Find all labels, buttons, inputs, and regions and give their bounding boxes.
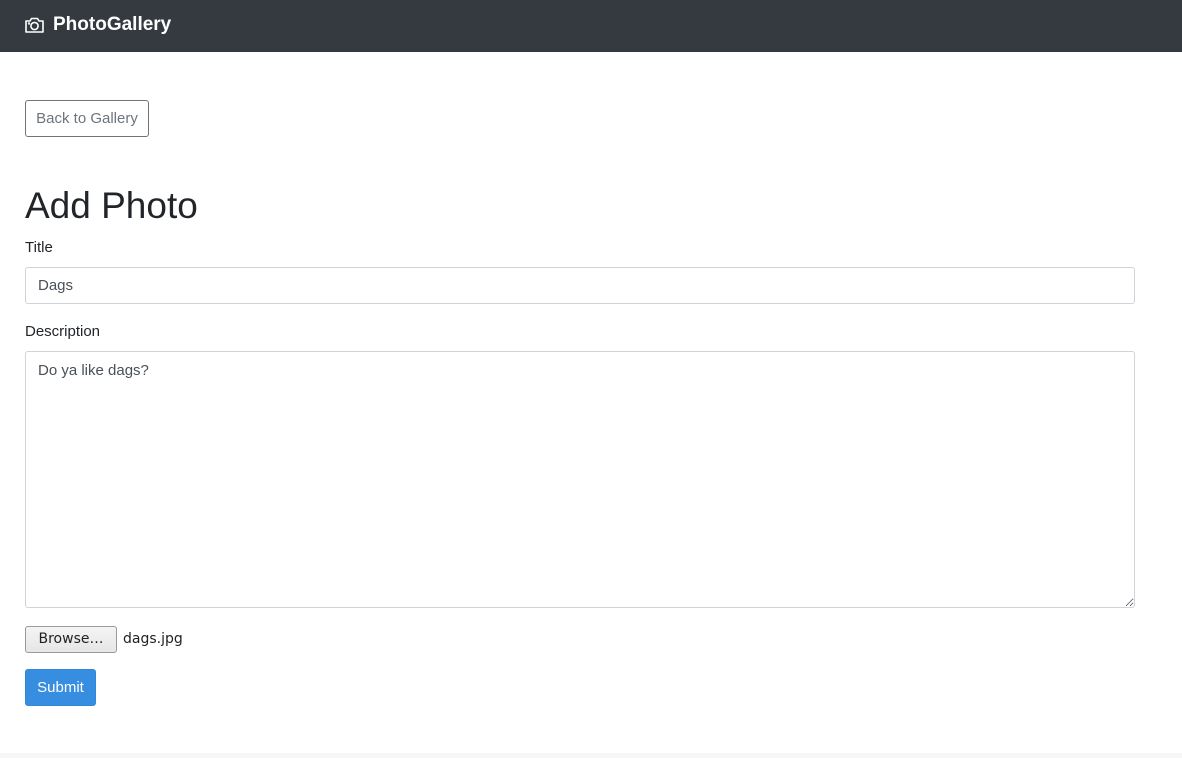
file-input[interactable]: Browse… dags.jpg [25,625,183,653]
brand-text: PhotoGallery [53,14,172,35]
file-name: dags.jpg [123,631,183,647]
footer-strip [0,753,1182,758]
title-input[interactable] [25,267,1135,304]
navbar: PhotoGallery [0,0,1182,52]
title-label: Title [25,239,53,256]
back-to-gallery-button[interactable]: Back to Gallery [25,100,149,137]
brand-link[interactable]: PhotoGallery [24,13,171,37]
browse-button[interactable]: Browse… [25,625,117,653]
description-label: Description [25,323,101,340]
camera-icon [24,16,53,34]
description-textarea[interactable]: Do ya like dags? [25,351,1135,608]
submit-button[interactable]: Submit [25,669,96,706]
page-title: Add Photo [25,185,198,226]
